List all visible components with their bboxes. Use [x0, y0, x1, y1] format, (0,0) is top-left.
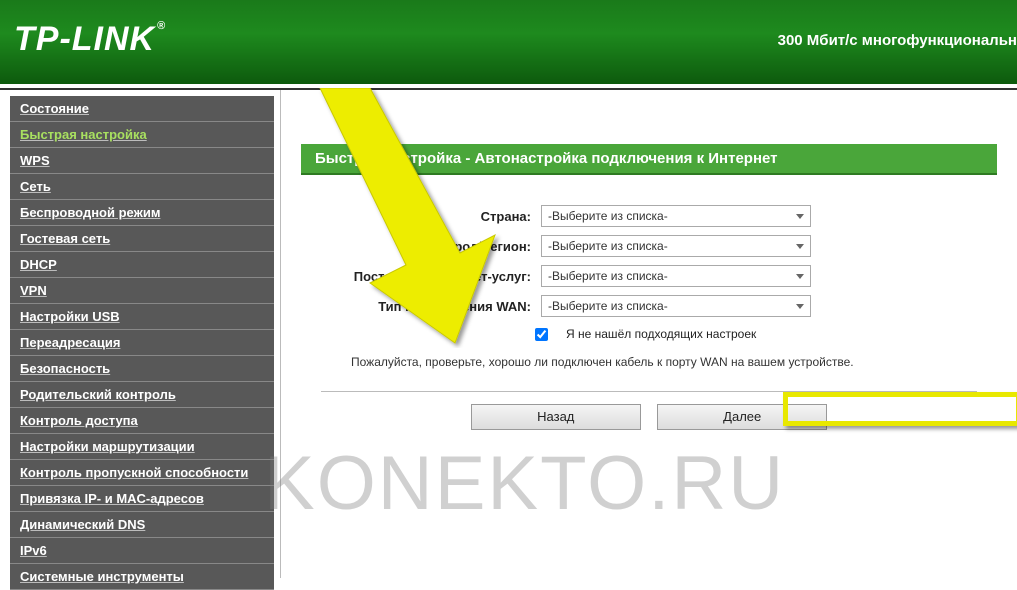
sidebar-item-3[interactable]: Сеть: [10, 174, 274, 200]
row-isp: Поставщик интернет-услуг: -Выберите из с…: [321, 265, 977, 287]
sidebar-item-10[interactable]: Безопасность: [10, 356, 274, 382]
sidebar: СостояниеБыстрая настройкаWPSСетьБеспров…: [0, 90, 280, 578]
sidebar-item-4[interactable]: Беспроводной режим: [10, 200, 274, 226]
sidebar-item-8[interactable]: Настройки USB: [10, 304, 274, 330]
sidebar-item-13[interactable]: Настройки маршрутизации: [10, 434, 274, 460]
registered-mark: ®: [157, 20, 166, 32]
button-divider: [321, 391, 977, 392]
select-wan[interactable]: -Выберите из списка-: [541, 295, 811, 317]
sidebar-item-6[interactable]: DHCP: [10, 252, 274, 278]
checkbox-no-settings-label: Я не нашёл подходящих настроек: [566, 327, 756, 341]
next-button[interactable]: Далее: [657, 404, 827, 430]
sidebar-item-0[interactable]: Состояние: [10, 96, 274, 122]
row-region: Город/Регион: -Выберите из списка-: [321, 235, 977, 257]
sidebar-item-12[interactable]: Контроль доступа: [10, 408, 274, 434]
sidebar-item-15[interactable]: Привязка IP- и MAC-адресов: [10, 486, 274, 512]
row-no-settings: Я не нашёл подходящих настроек: [535, 327, 977, 341]
form-area: Страна: -Выберите из списка- Город/Регио…: [301, 175, 997, 440]
select-region[interactable]: -Выберите из списка-: [541, 235, 811, 257]
select-isp[interactable]: -Выберите из списка-: [541, 265, 811, 287]
row-wan: Тип подключения WAN: -Выберите из списка…: [321, 295, 977, 317]
sidebar-item-18[interactable]: Системные инструменты: [10, 564, 274, 590]
brand-text: TP-LINK: [14, 20, 155, 59]
button-row: Назад Далее: [321, 404, 977, 430]
brand-logo: TP-LINK®: [14, 20, 164, 59]
checkbox-no-settings[interactable]: [535, 328, 548, 341]
sidebar-item-5[interactable]: Гостевая сеть: [10, 226, 274, 252]
label-isp: Поставщик интернет-услуг:: [321, 269, 541, 284]
sidebar-item-17[interactable]: IPv6: [10, 538, 274, 564]
sidebar-item-14[interactable]: Контроль пропускной способности: [10, 460, 274, 486]
main-panel: Быстрая настройка - Автонастройка подклю…: [280, 90, 1017, 578]
label-country: Страна:: [321, 209, 541, 224]
row-country: Страна: -Выберите из списка-: [321, 205, 977, 227]
note-check-cable: Пожалуйста, проверьте, хорошо ли подключ…: [321, 355, 977, 369]
sidebar-item-7[interactable]: VPN: [10, 278, 274, 304]
back-button[interactable]: Назад: [471, 404, 641, 430]
sidebar-item-1[interactable]: Быстрая настройка: [10, 122, 274, 148]
sidebar-item-11[interactable]: Родительский контроль: [10, 382, 274, 408]
sidebar-item-16[interactable]: Динамический DNS: [10, 512, 274, 538]
header-tagline: 300 Мбит/с многофункциональн: [778, 32, 1017, 49]
sidebar-item-2[interactable]: WPS: [10, 148, 274, 174]
page-title: Быстрая настройка - Автонастройка подклю…: [301, 144, 997, 175]
label-wan: Тип подключения WAN:: [321, 299, 541, 314]
header: TP-LINK® 300 Мбит/с многофункциональн: [0, 0, 1017, 84]
sidebar-item-9[interactable]: Переадресация: [10, 330, 274, 356]
label-region: Город/Регион:: [321, 239, 541, 254]
select-country[interactable]: -Выберите из списка-: [541, 205, 811, 227]
